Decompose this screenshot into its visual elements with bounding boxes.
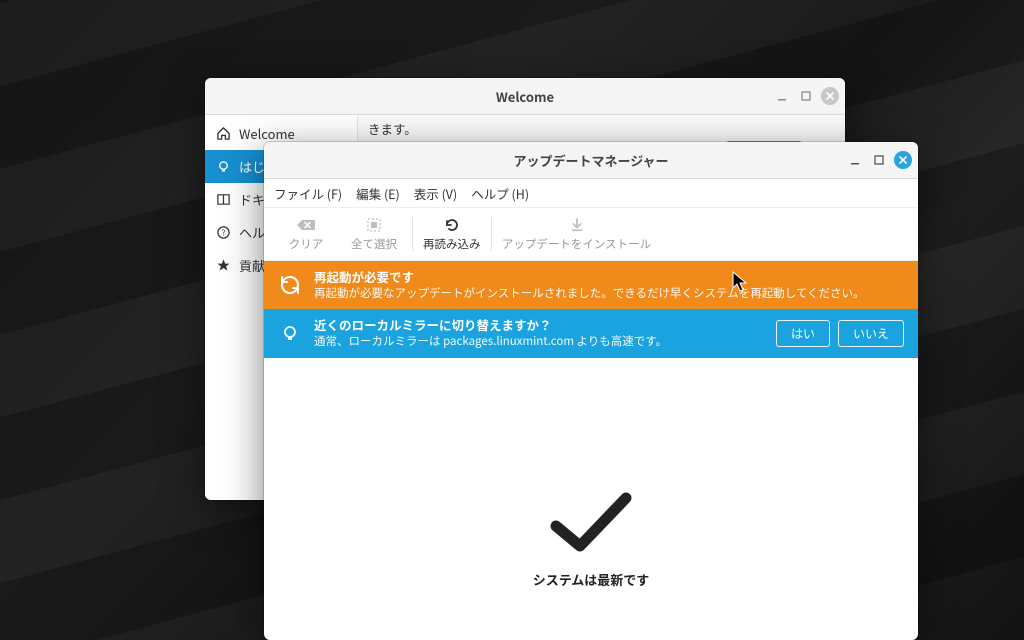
star-icon (215, 258, 231, 274)
mirror-banner-title: 近くのローカルミラーに切り替えますか？ (314, 317, 764, 334)
maximize-button[interactable] (797, 87, 815, 105)
refresh-icon (444, 216, 460, 234)
select-all-button[interactable]: 全て選択 (340, 210, 408, 258)
download-icon (569, 216, 585, 234)
minimize-button[interactable] (846, 151, 864, 169)
welcome-title: Welcome (205, 87, 845, 106)
toolbar-label: クリア (289, 236, 324, 252)
welcome-titlebar[interactable]: Welcome (205, 78, 845, 115)
mirror-banner: 近くのローカルミラーに切り替えますか？ 通常、ローカルミラーは packages… (264, 309, 918, 357)
menu-edit[interactable]: 編集 (E) (356, 184, 400, 203)
update-title: アップデートマネージャー (264, 151, 918, 170)
close-button[interactable] (821, 87, 839, 105)
restart-banner-desc: 再起動が必要なアップデートがインストールされました。できるだけ早くシステムを再起… (314, 286, 904, 302)
update-titlebar[interactable]: アップデートマネージャー (264, 142, 918, 179)
refresh-button[interactable]: 再読み込み (417, 210, 487, 258)
lightbulb-icon (215, 159, 231, 175)
mirror-no-button[interactable]: いいえ (838, 320, 904, 347)
help-icon: ? (215, 225, 231, 241)
book-icon (215, 192, 231, 208)
toolbar-label: 再読み込み (423, 236, 481, 252)
restart-required-banner: 再起動が必要です 再起動が必要なアップデートがインストールされました。できるだけ… (264, 261, 918, 309)
mirror-yes-button[interactable]: はい (776, 320, 830, 347)
clear-button[interactable]: クリア (272, 210, 340, 258)
welcome-text-fragment: きます。 (368, 119, 417, 138)
svg-text:?: ? (221, 227, 225, 238)
update-manager-window: アップデートマネージャー ファイル (F) 編集 (E) 表示 (V) ヘルプ … (264, 142, 918, 640)
backspace-icon (296, 216, 316, 234)
mirror-banner-desc: 通常、ローカルミラーは packages.linuxmint.com よりも高速… (314, 334, 764, 350)
menu-file[interactable]: ファイル (F) (274, 184, 342, 203)
home-icon (215, 126, 231, 142)
toolbar: クリア 全て選択 再読み込み アップデートをインストール (264, 208, 918, 261)
install-updates-button[interactable]: アップデートをインストール (496, 210, 658, 258)
check-icon (546, 488, 636, 562)
sidebar-item-label: 貢献 (239, 256, 265, 275)
restart-icon (278, 273, 302, 297)
minimize-button[interactable] (773, 87, 791, 105)
close-button[interactable] (894, 151, 912, 169)
restart-banner-title: 再起動が必要です (314, 269, 904, 286)
sidebar-item-label: Welcome (239, 124, 295, 143)
status-area: システムは最新です (264, 358, 918, 640)
status-text: システムは最新です (264, 570, 918, 589)
toolbar-separator (491, 217, 492, 251)
toolbar-label: 全て選択 (351, 236, 397, 252)
menu-help[interactable]: ヘルプ (H) (471, 184, 529, 203)
menubar: ファイル (F) 編集 (E) 表示 (V) ヘルプ (H) (264, 179, 918, 208)
menu-view[interactable]: 表示 (V) (414, 184, 457, 203)
select-all-icon (366, 216, 382, 234)
maximize-button[interactable] (870, 151, 888, 169)
toolbar-separator (412, 217, 413, 251)
toolbar-label: アップデートをインストール (502, 236, 651, 252)
lightbulb-icon (278, 322, 302, 346)
